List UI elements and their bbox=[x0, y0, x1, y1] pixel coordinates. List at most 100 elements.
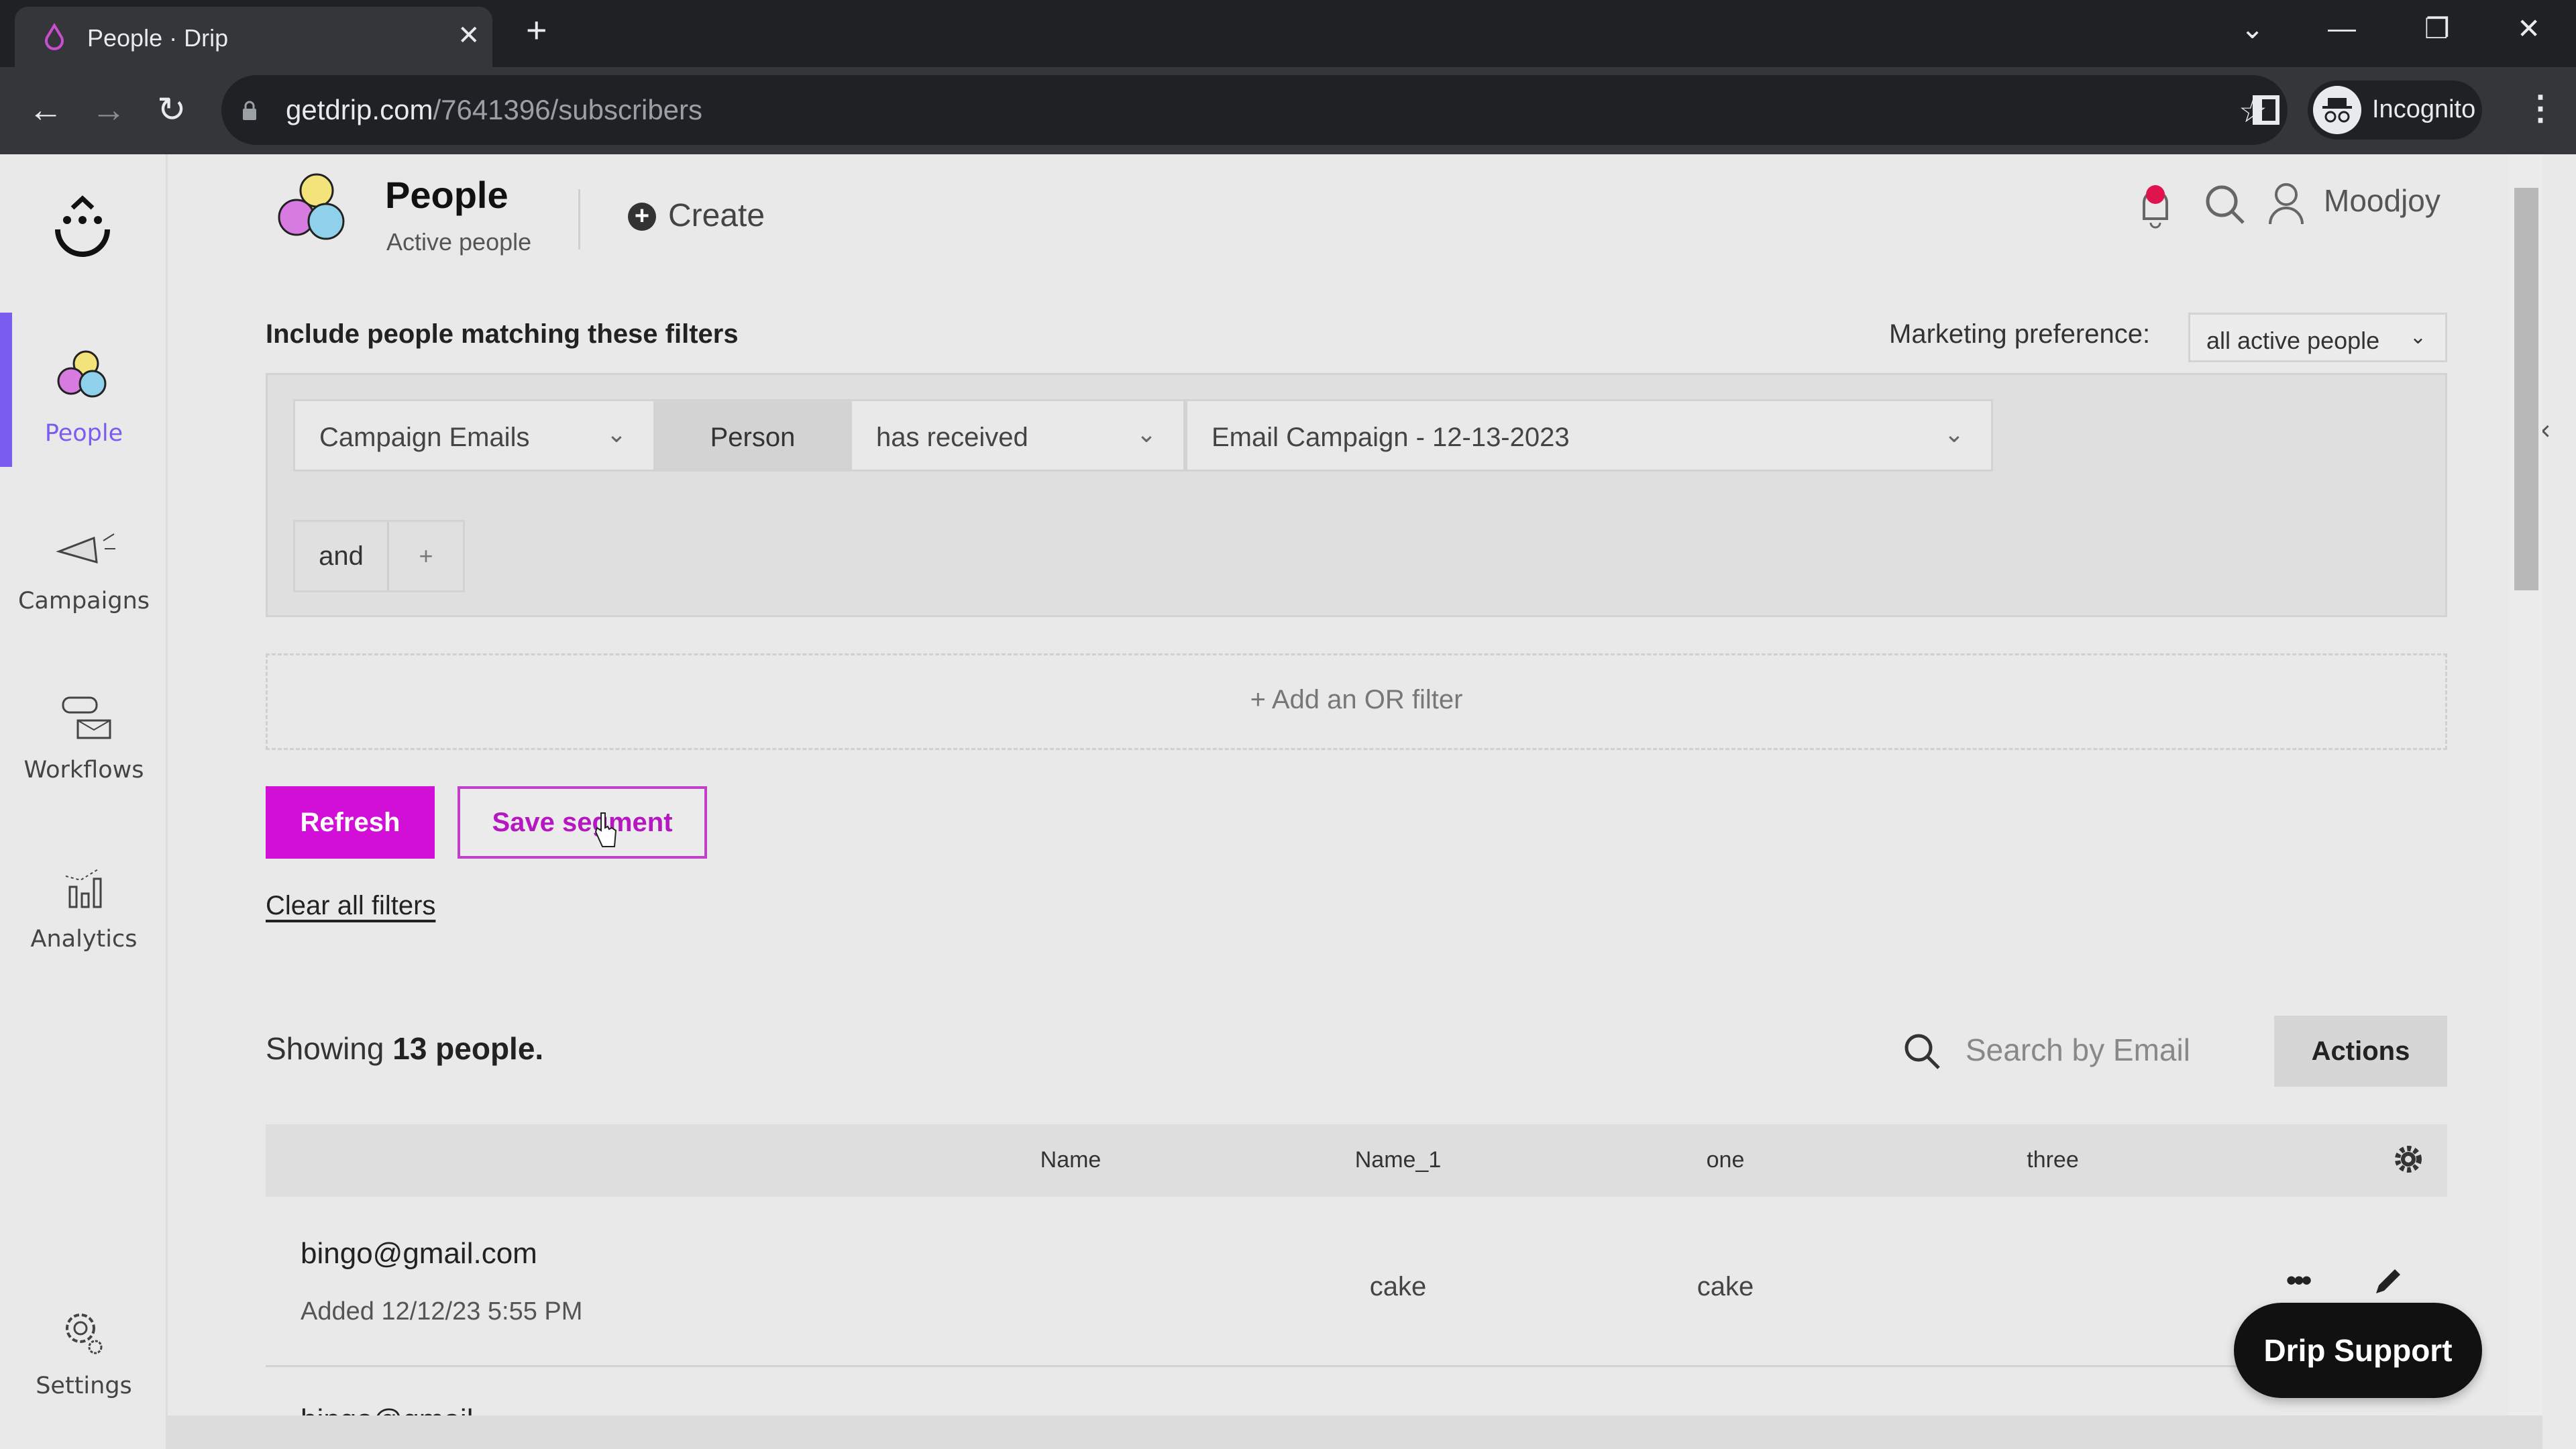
cell-one: cake bbox=[1697, 1272, 1754, 1301]
vertical-scrollbar[interactable] bbox=[2509, 154, 2542, 1415]
marketing-preference-label: Marketing preference: bbox=[1889, 319, 2151, 349]
drip-logo-icon[interactable] bbox=[52, 188, 113, 262]
subscriber-email-partial: bingo@gmail... bbox=[301, 1403, 498, 1415]
marketing-preference-select[interactable]: all active people ⌄ bbox=[2188, 313, 2447, 362]
address-bar[interactable]: getdrip.com/7641396/subscribers ☆ bbox=[221, 75, 2288, 145]
sidebar-item-analytics[interactable]: Analytics bbox=[0, 818, 168, 986]
search-icon bbox=[1904, 1034, 1940, 1069]
filter-value-select[interactable]: Email Campaign - 12-13-2023 ⌄ bbox=[1185, 399, 1993, 472]
megaphone-icon bbox=[56, 533, 115, 564]
back-icon[interactable]: ← bbox=[28, 93, 63, 127]
new-tab-button[interactable]: + bbox=[526, 12, 547, 48]
incognito-icon bbox=[2313, 86, 2361, 134]
search-by-email-input[interactable] bbox=[1966, 1026, 2234, 1073]
column-header-name[interactable]: Name bbox=[1040, 1147, 1102, 1173]
reload-icon[interactable]: ↻ bbox=[157, 93, 186, 127]
add-or-filter-label: + Add an OR filter bbox=[1250, 685, 1463, 714]
people-icon bbox=[57, 350, 107, 398]
url-host: getdrip.com bbox=[286, 94, 433, 125]
side-panel-icon[interactable] bbox=[2253, 95, 2279, 125]
page-title: People bbox=[385, 174, 508, 216]
people-header-icon bbox=[278, 173, 345, 240]
gear-icon bbox=[66, 1313, 103, 1354]
more-options-icon[interactable]: ••• bbox=[2286, 1264, 2312, 1297]
sidebar-item-workflows[interactable]: Workflows bbox=[0, 649, 168, 817]
drip-support-button[interactable]: Drip Support bbox=[2234, 1303, 2482, 1398]
and-button[interactable]: and bbox=[295, 522, 389, 590]
filter-subject-label: Person bbox=[655, 399, 850, 472]
column-header-name-1[interactable]: Name_1 bbox=[1355, 1147, 1442, 1173]
sidebar-item-people[interactable]: People bbox=[0, 313, 168, 480]
browser-toolbar: ← → ↻ getdrip.com/7641396/subscribers ☆ … bbox=[0, 67, 2576, 154]
user-icon[interactable] bbox=[2267, 181, 2305, 225]
chevron-down-icon: ⌄ bbox=[2409, 326, 2426, 348]
plus-circle-icon: + bbox=[628, 203, 656, 231]
save-segment-button[interactable]: Save segment bbox=[458, 786, 707, 859]
add-and-filter-button[interactable]: + bbox=[389, 522, 463, 590]
horizontal-scrollbar[interactable] bbox=[168, 1415, 2542, 1449]
chevron-down-icon: ⌄ bbox=[1943, 420, 1964, 447]
refresh-button[interactable]: Refresh bbox=[266, 786, 435, 859]
filter-value-text: Email Campaign - 12-13-2023 bbox=[1212, 423, 1570, 452]
filter-group: Campaign Emails ⌄ Person has received ⌄ … bbox=[266, 373, 2551, 617]
workflow-icon bbox=[62, 696, 111, 739]
create-label: Create bbox=[668, 198, 765, 233]
restore-icon[interactable]: ❐ bbox=[2424, 12, 2450, 45]
filter-operator-value: has received bbox=[876, 423, 1028, 452]
sidebar-item-label: Campaigns bbox=[17, 588, 150, 614]
incognito-profile-button[interactable]: Incognito bbox=[2308, 80, 2482, 140]
sidebar-item-label: Analytics bbox=[30, 926, 138, 953]
sidebar: People Campaigns Workflows Analytics Set… bbox=[0, 154, 168, 1449]
tab-close-icon[interactable]: ✕ bbox=[458, 20, 480, 51]
filter-type-select[interactable]: Campaign Emails ⌄ bbox=[293, 399, 655, 472]
filter-type-value: Campaign Emails bbox=[319, 423, 530, 452]
tab-search-chevron-icon[interactable]: ⌄ bbox=[2241, 12, 2264, 45]
actions-button[interactable]: Actions bbox=[2274, 1016, 2447, 1087]
search-icon[interactable] bbox=[2204, 184, 2247, 227]
sidebar-item-label: People bbox=[44, 420, 123, 447]
filter-operator-select[interactable]: has received ⌄ bbox=[850, 399, 1185, 472]
minimize-icon[interactable]: — bbox=[2328, 12, 2356, 44]
lock-icon bbox=[243, 101, 256, 120]
clear-all-filters-link[interactable]: Clear all filters bbox=[266, 891, 435, 921]
filters-heading: Include people matching these filters bbox=[266, 319, 739, 349]
sidebar-item-settings[interactable]: Settings bbox=[0, 1265, 168, 1433]
browser-menu-icon[interactable]: ⋮ bbox=[2524, 91, 2557, 125]
browser-tab-bar: People · Drip ✕ + ⌄ — ❐ ✕ bbox=[0, 0, 2576, 68]
table-header: Name Name_1 one three bbox=[266, 1124, 2447, 1197]
notification-bell-icon[interactable] bbox=[2139, 182, 2172, 229]
drip-app: People Campaigns Workflows Analytics Set… bbox=[0, 154, 2576, 1449]
column-header-one[interactable]: one bbox=[1707, 1147, 1745, 1173]
main-content: People Active people + Create Moodjoy In… bbox=[168, 154, 2551, 1415]
forward-icon[interactable]: → bbox=[91, 93, 126, 127]
hand-cursor-icon bbox=[594, 812, 617, 847]
close-window-icon[interactable]: ✕ bbox=[2517, 12, 2540, 45]
sidebar-item-campaigns[interactable]: Campaigns bbox=[0, 480, 168, 648]
sidebar-item-label: Workflows bbox=[23, 757, 144, 784]
page-subtitle: Active people bbox=[386, 228, 532, 256]
table-row[interactable]: bingo@gmail.com Added 12/12/23 5:55 PM c… bbox=[266, 1197, 2447, 1367]
edit-pencil-icon[interactable] bbox=[2369, 1264, 2406, 1300]
header-divider bbox=[578, 189, 580, 250]
sidebar-item-label: Settings bbox=[36, 1373, 132, 1399]
subscriber-email[interactable]: bingo@gmail.com bbox=[301, 1237, 537, 1271]
results-prefix: Showing bbox=[266, 1031, 393, 1066]
browser-tab[interactable]: People · Drip ✕ bbox=[15, 7, 492, 68]
column-header-three[interactable]: three bbox=[2027, 1147, 2079, 1173]
url-path: /7641396/subscribers bbox=[433, 94, 703, 125]
user-name[interactable]: Moodjoy bbox=[2324, 182, 2440, 219]
tab-title: People · Drip bbox=[87, 24, 229, 52]
cell-name-1: cake bbox=[1369, 1272, 1427, 1301]
drip-favicon-icon bbox=[45, 23, 64, 50]
column-settings-gear-icon[interactable] bbox=[2391, 1142, 2426, 1177]
results-count: Showing 13 people. bbox=[266, 1030, 543, 1067]
results-count-value: 13 people. bbox=[392, 1031, 544, 1066]
subscriber-added-date: Added 12/12/23 5:55 PM bbox=[301, 1297, 583, 1326]
vertical-scrollbar-thumb[interactable] bbox=[2514, 188, 2538, 590]
chevron-down-icon: ⌄ bbox=[606, 420, 627, 447]
url-text: getdrip.com/7641396/subscribers bbox=[286, 94, 702, 126]
filter-subject-text: Person bbox=[710, 423, 796, 452]
incognito-label: Incognito bbox=[2372, 95, 2476, 123]
marketing-preference-value: all active people bbox=[2206, 327, 2380, 354]
add-or-filter-button[interactable]: + Add an OR filter bbox=[266, 653, 2447, 750]
